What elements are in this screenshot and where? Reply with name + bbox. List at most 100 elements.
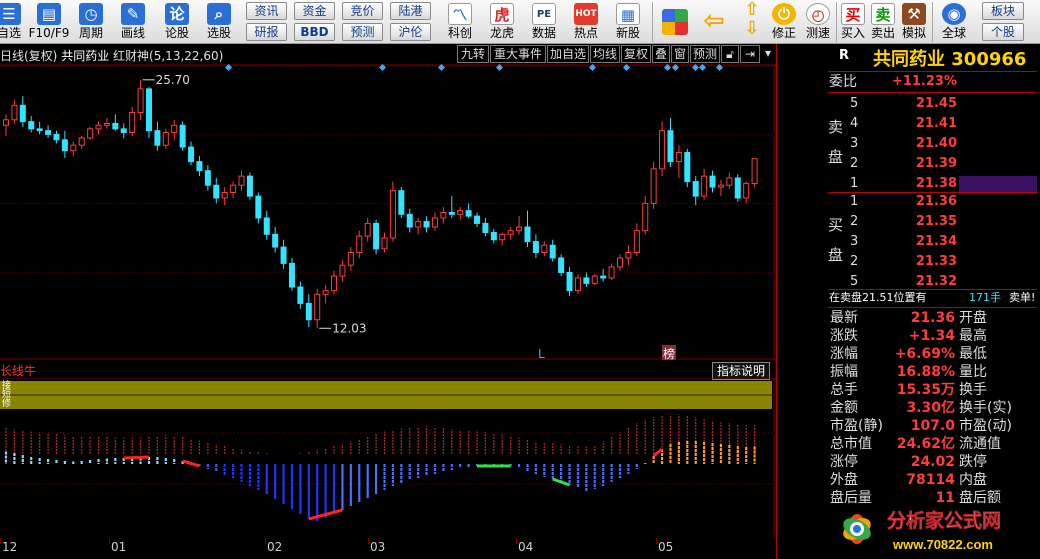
- toolbar-button-correct[interactable]: ⏻ 修正: [768, 0, 800, 43]
- toolbar-button-sell[interactable]: 卖 卖出: [868, 0, 898, 43]
- candle: [389, 181, 396, 242]
- buy-icon: 买: [841, 3, 865, 25]
- toolbar-auction-button[interactable]: 竞价: [342, 2, 383, 20]
- lock-icon[interactable]: 🔓︎: [721, 45, 739, 63]
- logo-url: www.70822.com: [892, 537, 993, 552]
- buy-level-price: 21.34: [915, 234, 957, 249]
- candle: [305, 294, 312, 328]
- arrow-down-icon: ⇩: [744, 18, 760, 39]
- toolbar-fund-button[interactable]: 资金: [294, 2, 335, 20]
- candle: [103, 117, 110, 129]
- chevron-down-icon[interactable]: ▾: [761, 45, 775, 63]
- toolbar-forecast-button[interactable]: 预测: [342, 23, 383, 41]
- candle: [364, 217, 371, 242]
- buy-level-price: 21.33: [915, 254, 957, 269]
- header-button-overlay[interactable]: 叠: [652, 45, 670, 63]
- header-button-major-events[interactable]: 重大事件: [490, 45, 546, 63]
- kline-chart[interactable]: 25.70 12.03 L 榜: [0, 64, 776, 360]
- candle: [675, 145, 682, 178]
- toolbar-button-draw[interactable]: ✎ 画线: [114, 0, 152, 43]
- sell-level-number: 3: [850, 136, 859, 151]
- candle: [398, 187, 405, 218]
- candle: [154, 121, 161, 151]
- candle: [230, 181, 237, 198]
- toolbar-up-down-button[interactable]: ⇧ ⇩: [738, 0, 766, 43]
- toolbar-button-period[interactable]: ◷ 周期: [72, 0, 110, 43]
- candle: [583, 272, 590, 288]
- big-order-qty: 171手: [969, 291, 1001, 304]
- toolbar-news-button[interactable]: 资讯: [246, 2, 287, 20]
- candle: [70, 141, 77, 157]
- toolbar-button-watchlist[interactable]: ☰ 自选: [0, 0, 24, 43]
- quote-row: 振幅 16.88% 量比: [827, 363, 1037, 381]
- toolbar-layout-button[interactable]: [656, 0, 694, 43]
- candle: [490, 228, 497, 244]
- toolbar-hk-connect-button[interactable]: 陆港: [390, 2, 431, 20]
- candle: [196, 156, 203, 177]
- tiger-icon: 虎: [490, 3, 514, 25]
- header-button-adjust[interactable]: 复权: [621, 45, 651, 63]
- candle: [431, 212, 438, 231]
- candle: [112, 114, 119, 131]
- toolbar-button-buy[interactable]: 买 买入: [838, 0, 868, 43]
- chart-stock-name: 共同药业: [61, 49, 110, 63]
- header-button-ma[interactable]: 均线: [590, 45, 620, 63]
- toolbar-research-button[interactable]: 研报: [246, 23, 287, 41]
- toolbar-button-global[interactable]: ◉ 全球: [936, 0, 972, 43]
- toolbar-button-new-stock[interactable]: ▦ 新股: [608, 0, 648, 43]
- toolbar-button-speedtest[interactable]: ◴ 测速: [802, 0, 834, 43]
- candle: [650, 161, 657, 209]
- chart-period-label[interactable]: 日线(复权): [0, 49, 57, 63]
- big-order-text: 在卖盘21.51位置有: [829, 291, 927, 304]
- sidebar-toggle-icon[interactable]: ⇥: [740, 45, 760, 63]
- toolbar-sector-button[interactable]: 板块: [982, 2, 1024, 20]
- candle: [11, 99, 18, 124]
- header-button-predict[interactable]: 预测: [690, 45, 720, 63]
- candle: [726, 172, 733, 189]
- toolbar-button-screener[interactable]: ⌕ 选股: [198, 0, 240, 43]
- header-button-jiuzhuan[interactable]: 九转: [457, 45, 489, 63]
- gavel-icon: ⚒: [902, 3, 926, 25]
- layout-grid-icon: [662, 9, 688, 35]
- quote-value: 24.02: [910, 454, 955, 470]
- candle: [347, 247, 354, 271]
- toolbar-button-data[interactable]: PE 数据: [524, 0, 564, 43]
- header-button-add-watchlist[interactable]: 加自选: [547, 45, 589, 63]
- candle: [591, 274, 598, 286]
- toolbar-button-discuss[interactable]: 论 论股: [158, 0, 196, 43]
- candle: [19, 96, 26, 128]
- toolbar-button-dragon-tiger[interactable]: 虎 龙虎: [482, 0, 522, 43]
- quote-label-secondary: 跌停: [959, 454, 987, 470]
- toolbar-separator: [836, 2, 837, 42]
- toolbar-button-f10[interactable]: ▤ F10/F9: [28, 0, 70, 43]
- quote-value: +1.34: [908, 328, 955, 344]
- arrow-up-icon: ⇧: [744, 0, 760, 20]
- toolbar-single-stock-button[interactable]: 个股: [982, 23, 1024, 41]
- toolbar-shanghai-london-button[interactable]: 沪伦: [390, 23, 431, 41]
- toolbar-button-hotspot[interactable]: HOT 热点: [566, 0, 606, 43]
- chart-icon: 〽: [448, 3, 472, 25]
- quote-label-secondary: 换手: [959, 382, 987, 398]
- candle: [255, 192, 262, 224]
- candle: [356, 230, 363, 258]
- candle: [608, 263, 615, 280]
- high-price-annotation: 25.70: [156, 73, 190, 87]
- toolbar-bbd-button[interactable]: BBD: [294, 23, 335, 41]
- candle: [3, 114, 9, 137]
- toolbar-button-star-market[interactable]: 〽 科创: [440, 0, 480, 43]
- indicator-chart[interactable]: 接短修: [0, 378, 776, 538]
- header-button-window[interactable]: 窗: [671, 45, 689, 63]
- candle: [246, 172, 253, 200]
- toolbar-button-simulate[interactable]: ⚒ 模拟: [898, 0, 930, 43]
- candle: [507, 227, 514, 240]
- chart-indicator-label[interactable]: 红财神(5,13,22,60): [113, 49, 223, 63]
- sell-level-row: 3 21.40: [827, 134, 1037, 154]
- quote-label: 涨幅: [830, 346, 858, 362]
- toolbar-back-button[interactable]: ⇦: [698, 0, 730, 43]
- chart-header: 日线(复权) 共同药业 红财神(5,13,22,60) 九转 重大事件 加自选 …: [0, 44, 776, 64]
- sell-level-price: 21.40: [915, 136, 957, 151]
- candle: [474, 212, 481, 228]
- pe-icon: PE: [532, 3, 556, 25]
- candle: [617, 254, 624, 271]
- quote-label-secondary: 内盘: [959, 472, 987, 488]
